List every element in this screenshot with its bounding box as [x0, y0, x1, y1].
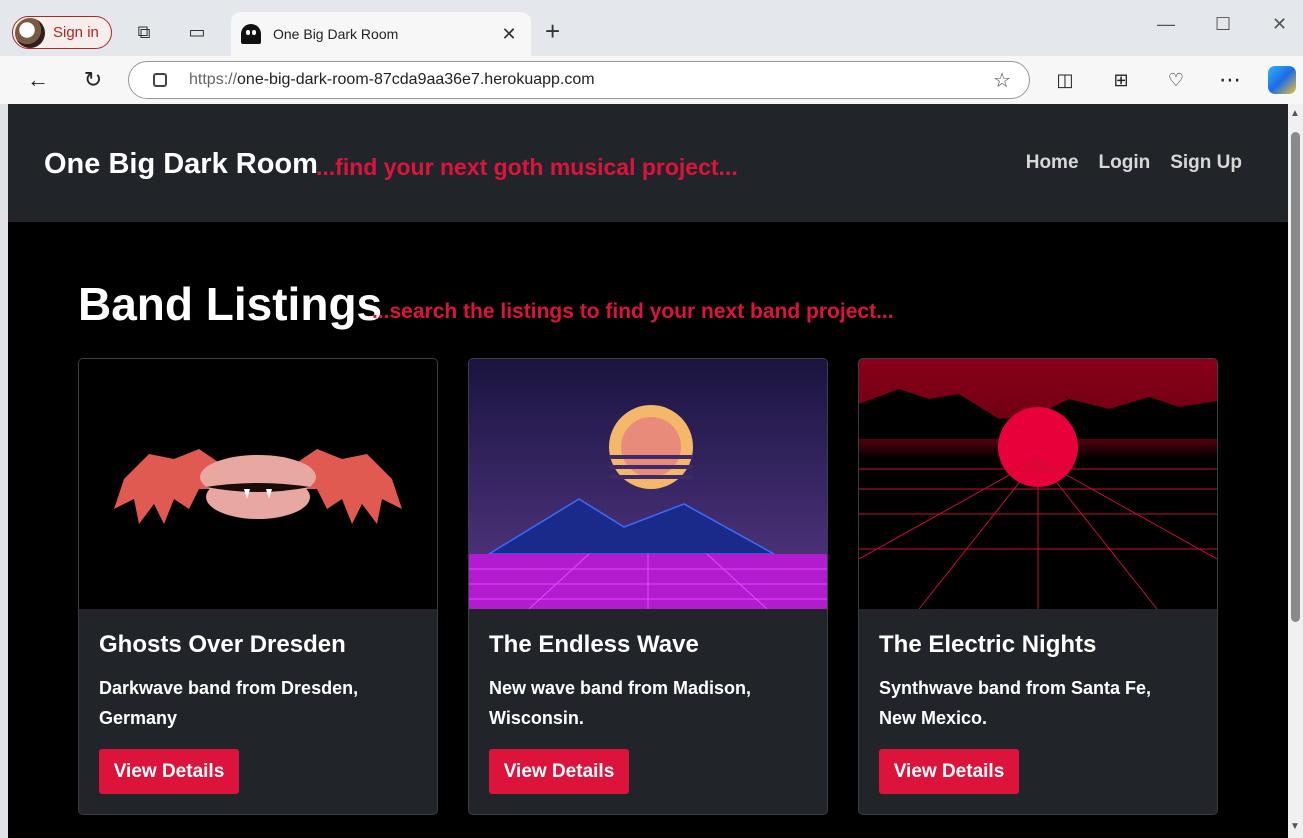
site-navbar: One Big Dark Room ...find your next goth…	[8, 104, 1288, 222]
scroll-down-arrow-icon[interactable]: ▼	[1290, 821, 1300, 832]
minimize-icon[interactable]: —	[1157, 14, 1175, 35]
nav-signup-link[interactable]: Sign Up	[1170, 152, 1242, 174]
copilot-icon[interactable]	[1268, 66, 1296, 94]
band-description: Darkwave band from Dresden, Germany	[99, 678, 359, 728]
maximize-icon[interactable]: ☐	[1215, 14, 1231, 35]
band-description: Synthwave band from Santa Fe, New Mexico…	[879, 678, 1152, 728]
nav-links: Home Login Sign Up	[1026, 152, 1242, 174]
lock-icon[interactable]	[153, 73, 167, 87]
band-description: New wave band from Madison, Wisconsin.	[489, 678, 752, 728]
view-details-button[interactable]: View Details	[489, 749, 629, 794]
back-icon[interactable]: ←	[24, 66, 52, 94]
page-subtitle: ...search the listings to find your next…	[372, 300, 894, 323]
page-viewport: One Big Dark Room ...find your next goth…	[8, 104, 1288, 838]
workspaces-icon[interactable]: ⧉	[132, 20, 156, 44]
band-image-synth-sun	[469, 359, 827, 609]
profile-avatar	[15, 17, 45, 48]
site-brand[interactable]: One Big Dark Room	[44, 148, 318, 181]
new-tab-icon[interactable]: +	[545, 18, 560, 44]
band-name: The Electric Nights	[879, 631, 1097, 658]
band-name: The Endless Wave	[489, 631, 699, 658]
tab-close-icon[interactable]: ✕	[497, 24, 521, 45]
browser-essentials-icon[interactable]: ♡	[1162, 66, 1190, 94]
page-scrollbar[interactable]: ▲ ▼	[1288, 104, 1303, 838]
view-details-button[interactable]: View Details	[879, 749, 1019, 794]
collections-icon[interactable]: ⊞	[1107, 66, 1135, 94]
address-bar[interactable]: https://one-big-dark-room-87cda9aa36e7.h…	[128, 61, 1030, 99]
nav-login-link[interactable]: Login	[1099, 152, 1151, 174]
profile-signin-button[interactable]: Sign in	[12, 16, 112, 49]
nav-home-link[interactable]: Home	[1026, 152, 1079, 174]
tab-actions-icon[interactable]: ▭	[185, 20, 209, 44]
site-tagline: ...find your next goth musical project..…	[316, 154, 738, 180]
browser-tab-bar: Sign in ⧉ ▭ One Big Dark Room ✕ + — ☐ ✕	[0, 0, 1303, 56]
refresh-icon[interactable]: ↻	[79, 66, 107, 94]
split-screen-icon[interactable]: ◫	[1051, 66, 1079, 94]
favorite-star-icon[interactable]: ☆	[993, 68, 1011, 93]
tab-title: One Big Dark Room	[273, 26, 399, 42]
band-card: The Endless Wave New wave band from Madi…	[468, 358, 828, 815]
band-name: Ghosts Over Dresden	[99, 631, 346, 658]
url-text[interactable]: https://one-big-dark-room-87cda9aa36e7.h…	[189, 71, 993, 89]
window-close-icon[interactable]: ✕	[1272, 14, 1287, 35]
active-tab[interactable]: One Big Dark Room ✕	[231, 12, 531, 56]
band-image-bat-lips	[79, 359, 437, 609]
page-title: Band Listings	[78, 278, 383, 330]
scrollbar-thumb[interactable]	[1291, 132, 1300, 622]
band-image-red-sun-grid	[859, 359, 1217, 609]
band-card: Ghosts Over Dresden Darkwave band from D…	[78, 358, 438, 815]
band-card: The Electric Nights Synthwave band from …	[858, 358, 1218, 815]
scroll-up-arrow-icon[interactable]: ▲	[1290, 108, 1300, 119]
signin-label: Sign in	[53, 24, 99, 41]
view-details-button[interactable]: View Details	[99, 749, 239, 794]
browser-toolbar: ← ↻ https://one-big-dark-room-87cda9aa36…	[0, 56, 1303, 104]
more-menu-icon[interactable]: ⋯	[1216, 66, 1244, 94]
ghost-favicon-icon	[241, 24, 261, 44]
